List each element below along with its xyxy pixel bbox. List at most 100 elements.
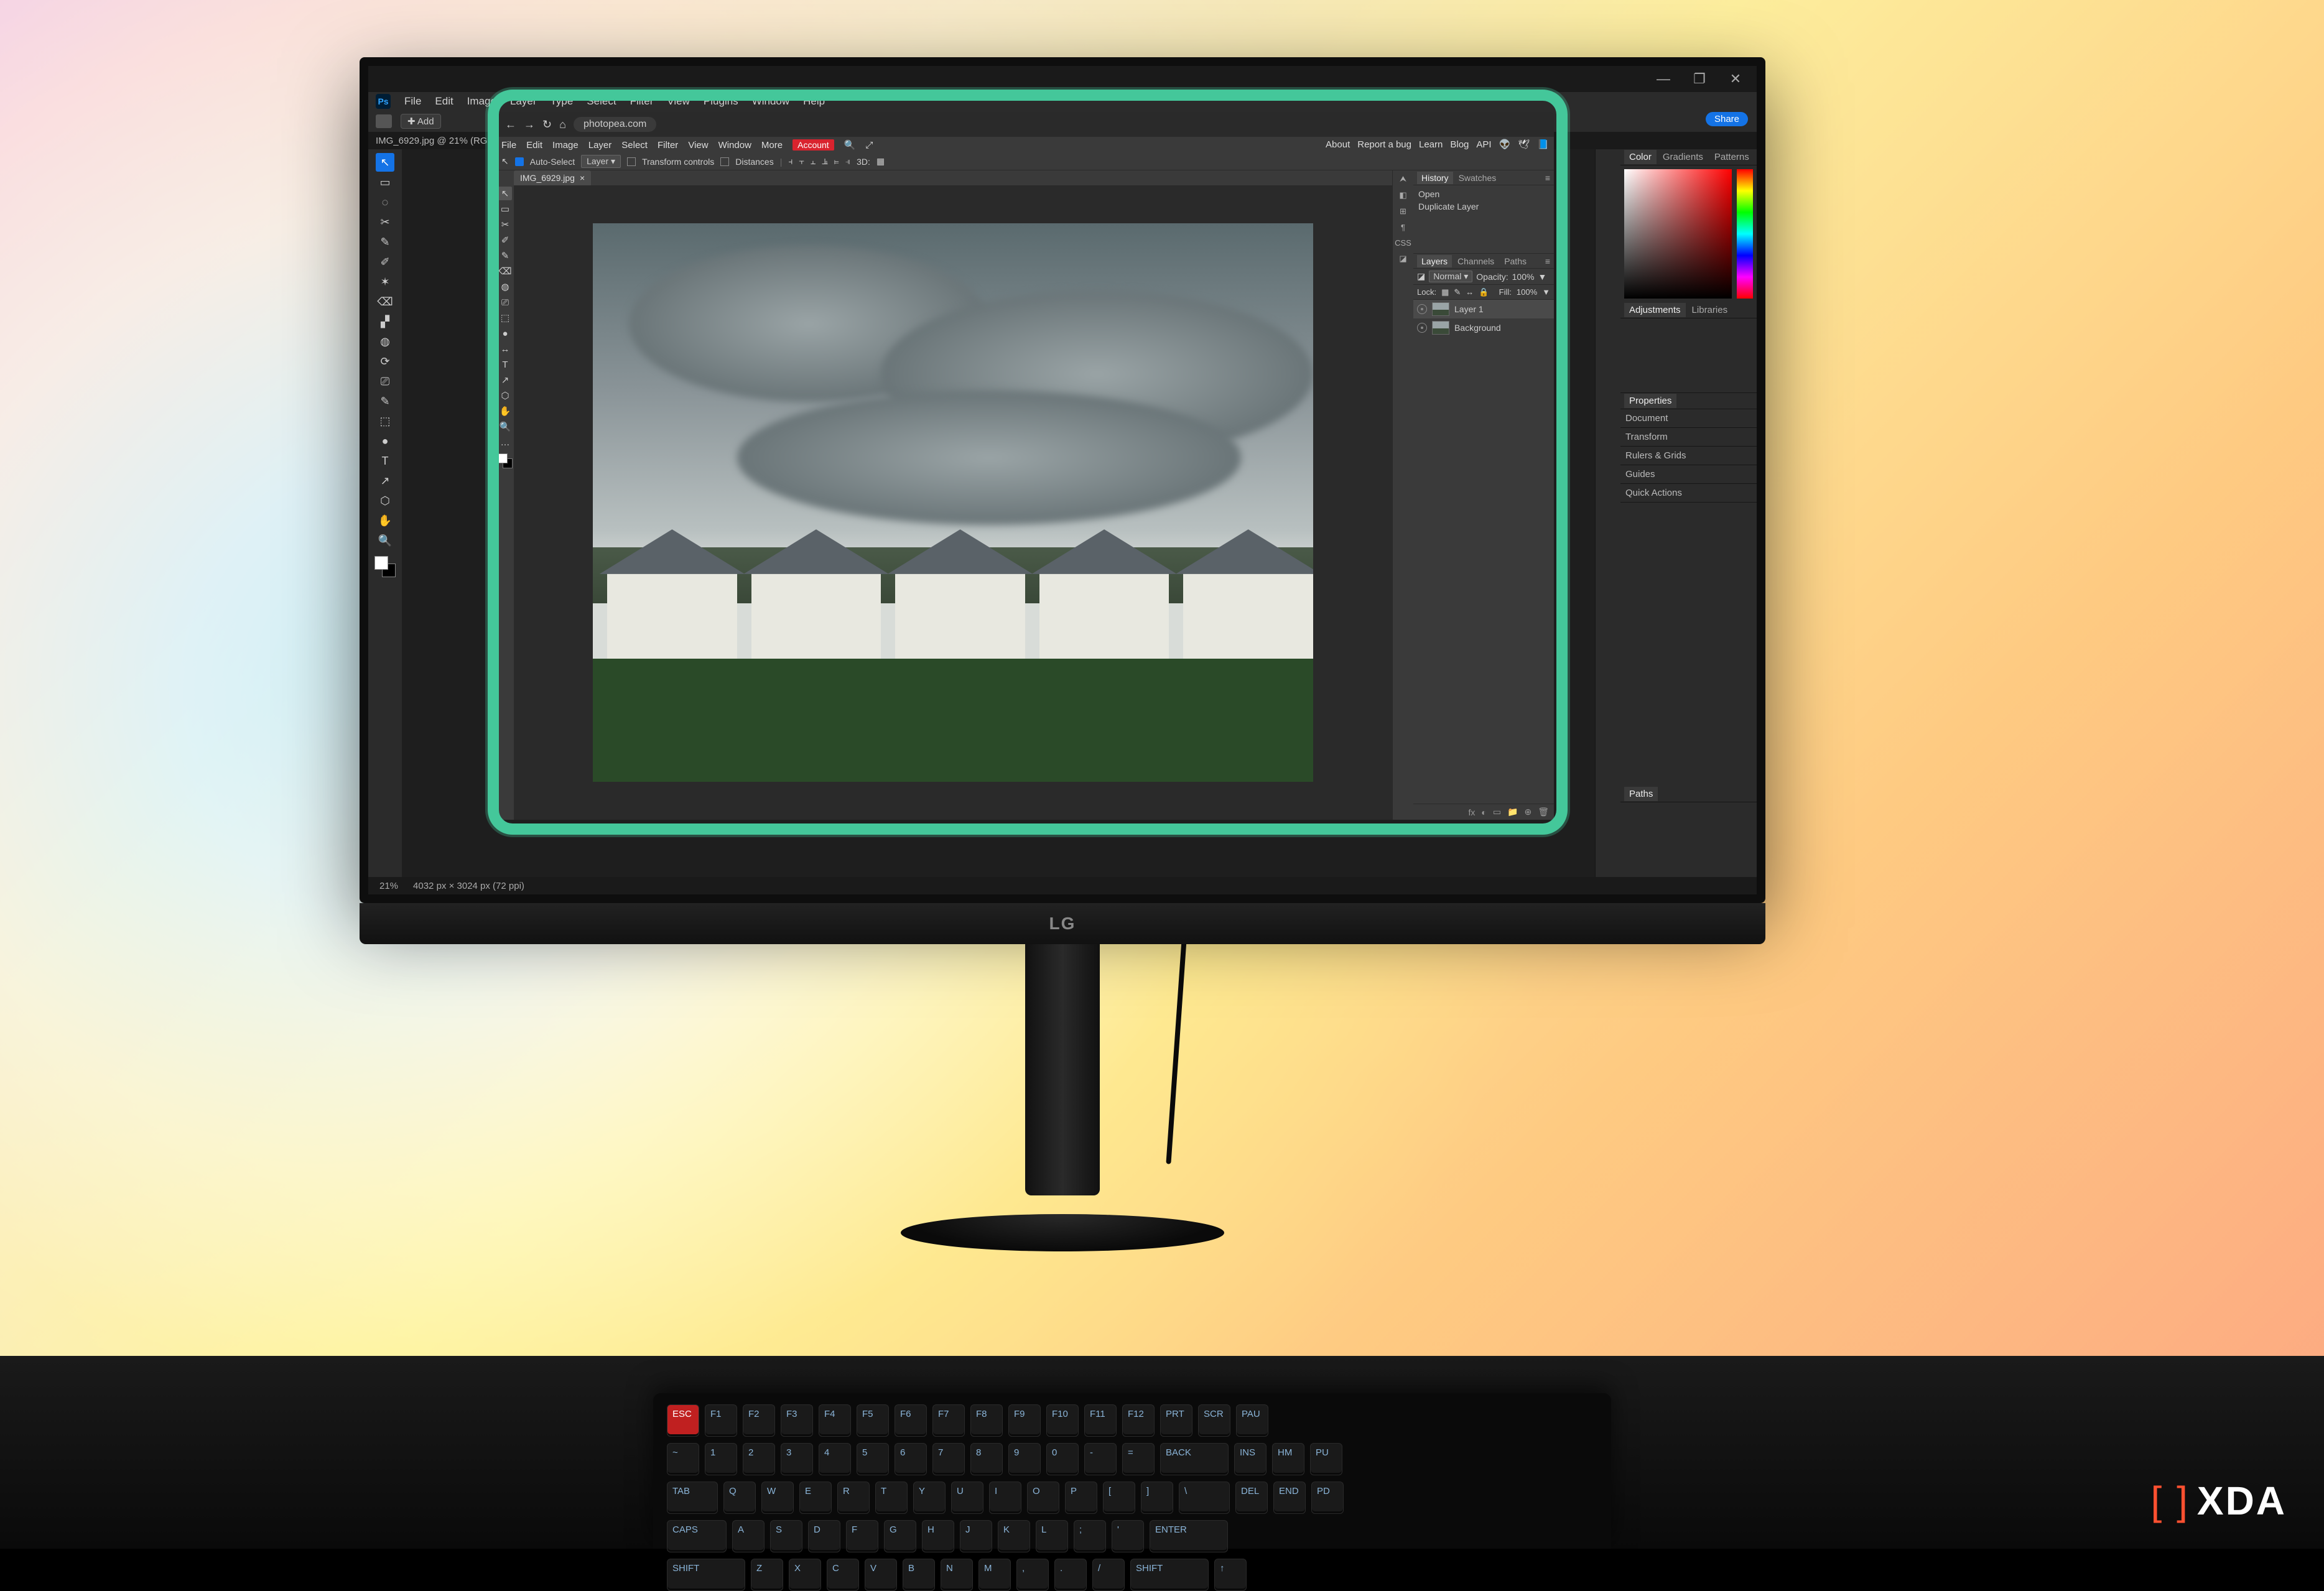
lock-move-icon[interactable]: ↔ (1466, 287, 1474, 297)
pp-tool-text[interactable]: T (498, 358, 512, 371)
pp-link-about[interactable]: About (1326, 139, 1350, 150)
key[interactable]: PRT (1160, 1404, 1192, 1437)
pp-tool-zoom[interactable]: 🔍 (498, 420, 512, 434)
key[interactable]: ESC (667, 1404, 699, 1437)
key[interactable]: H (922, 1520, 954, 1552)
site-info-icon[interactable]: ⌂ (559, 118, 566, 131)
ps-tool-eyedropper[interactable]: ✐ (376, 253, 394, 271)
pp-tab-layers[interactable]: Layers (1417, 255, 1452, 267)
ps-tool-pen[interactable]: ● (376, 432, 394, 450)
mask-icon[interactable]: ◐ (1481, 807, 1486, 817)
pp-fgbg-icon[interactable] (498, 453, 513, 468)
pp-tool-pen[interactable]: ● (498, 327, 512, 340)
pp-link-api[interactable]: API (1476, 139, 1491, 150)
delete-icon[interactable]: 🗑 (1538, 807, 1549, 817)
key[interactable]: 4 (819, 1443, 851, 1475)
ps-tool-move[interactable]: ↖ (376, 153, 394, 172)
key[interactable]: C (827, 1559, 859, 1591)
key[interactable]: PAU (1236, 1404, 1268, 1437)
grid-icon[interactable]: ▦ (876, 156, 885, 167)
key[interactable]: F5 (857, 1404, 889, 1437)
align-icon[interactable]: ⫡ (822, 156, 827, 167)
pp-menu-more[interactable]: More (761, 140, 783, 151)
key[interactable]: F6 (895, 1404, 927, 1437)
key[interactable]: F12 (1122, 1404, 1155, 1437)
key[interactable]: A (732, 1520, 765, 1552)
address-bar[interactable]: photopea.com (574, 117, 656, 132)
pp-tool-path[interactable]: ↗ (498, 373, 512, 387)
pp-document-tab[interactable]: IMG_6929.jpg × (514, 170, 591, 185)
key[interactable]: INS (1234, 1443, 1267, 1475)
key[interactable]: F4 (819, 1404, 851, 1437)
key[interactable]: P (1065, 1482, 1097, 1514)
opacity-flag-icon[interactable]: ▼ (1538, 272, 1546, 282)
key[interactable]: S (770, 1520, 802, 1552)
pp-tool-crop[interactable]: ✂ (498, 218, 512, 231)
key[interactable]: D (808, 1520, 840, 1552)
pp-menu-layer[interactable]: Layer (588, 140, 612, 151)
key[interactable]: 2 (743, 1443, 775, 1475)
key[interactable]: DEL (1235, 1482, 1268, 1514)
folder-icon[interactable]: 📁 (1507, 807, 1518, 817)
pp-layer-row[interactable]: Layer 1 (1413, 300, 1554, 318)
tab-libraries[interactable]: Libraries (1687, 303, 1733, 317)
menu-help[interactable]: Help (803, 95, 825, 108)
pp-tool-move[interactable]: ↖ (498, 187, 512, 200)
pp-tool-brush[interactable]: ✎ (498, 249, 512, 262)
history-item[interactable]: Open (1418, 188, 1549, 200)
ps-tool-dodge[interactable]: ⬚ (376, 412, 394, 430)
menu-select[interactable]: Select (587, 95, 616, 108)
key[interactable]: N (941, 1559, 973, 1591)
reddit-icon[interactable]: 👽 (1499, 139, 1511, 150)
ps-tool-gradient[interactable]: ⎚ (376, 372, 394, 391)
ps-tool-history-brush[interactable]: ◍ (376, 332, 394, 351)
tab-gradients[interactable]: Gradients (1658, 150, 1708, 164)
pp-menu-window[interactable]: Window (718, 140, 751, 151)
pp-menu-view[interactable]: View (688, 140, 708, 151)
menu-window[interactable]: Window (752, 95, 789, 108)
key[interactable]: 7 (932, 1443, 965, 1475)
props-transform[interactable]: Transform (1620, 428, 1757, 447)
key[interactable]: F8 (970, 1404, 1003, 1437)
key[interactable]: G (884, 1520, 916, 1552)
home-icon[interactable] (376, 114, 392, 128)
pp-distances-checkbox[interactable] (720, 157, 729, 166)
menu-view[interactable]: View (667, 95, 690, 108)
key[interactable]: F9 (1008, 1404, 1041, 1437)
hue-slider[interactable] (1737, 169, 1753, 299)
pp-menu-edit[interactable]: Edit (526, 140, 542, 151)
menu-filter[interactable]: Filter (630, 95, 654, 108)
align-icon[interactable]: ⫠ (811, 156, 816, 167)
ps-tool-zoom[interactable]: 🔍 (376, 531, 394, 550)
blend-mode-select[interactable]: Normal ▾ (1429, 271, 1472, 282)
filter-kind-icon[interactable]: ◪ (1417, 271, 1425, 282)
key[interactable]: ENTER (1150, 1520, 1228, 1552)
key[interactable]: T (875, 1482, 908, 1514)
key[interactable]: L (1036, 1520, 1068, 1552)
ps-tool-stamp[interactable]: ▞ (376, 312, 394, 331)
lock-paint-icon[interactable]: ✎ (1454, 287, 1461, 297)
key[interactable]: I (989, 1482, 1021, 1514)
menu-image[interactable]: Image (467, 95, 496, 108)
pp-tab-close-icon[interactable]: × (580, 173, 585, 183)
key[interactable]: 6 (895, 1443, 927, 1475)
back-icon[interactable]: ← (505, 118, 516, 131)
key[interactable]: ] (1141, 1482, 1173, 1514)
key[interactable]: V (865, 1559, 897, 1591)
props-guides[interactable]: Guides (1620, 465, 1757, 484)
visibility-icon[interactable] (1417, 304, 1427, 314)
key[interactable]: Y (913, 1482, 946, 1514)
rail-icon[interactable]: CSS (1395, 238, 1411, 248)
key[interactable]: TAB (667, 1482, 718, 1514)
pp-tool-shape[interactable]: ⬡ (498, 389, 512, 402)
color-picker[interactable] (1620, 165, 1757, 302)
key[interactable]: PD (1311, 1482, 1344, 1514)
pp-link-learn[interactable]: Learn (1419, 139, 1443, 150)
adjustment-icon[interactable]: ▭ (1493, 807, 1501, 817)
history-item[interactable]: Duplicate Layer (1418, 200, 1549, 213)
pp-menu-filter[interactable]: Filter (658, 140, 678, 151)
key[interactable]: SHIFT (1130, 1559, 1209, 1591)
pp-tool-more[interactable]: … (498, 435, 512, 449)
menu-plugins[interactable]: Plugins (704, 95, 738, 108)
ps-tool-heal[interactable]: ✶ (376, 272, 394, 291)
